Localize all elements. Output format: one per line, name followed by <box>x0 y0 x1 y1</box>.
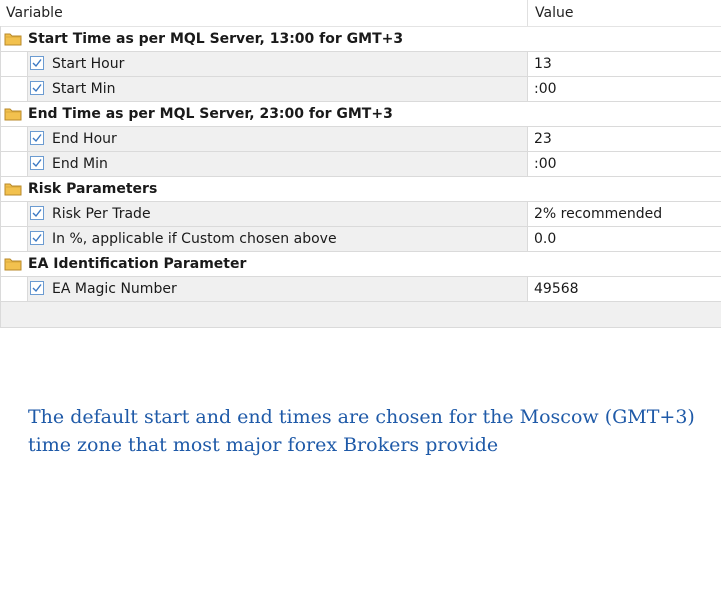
parameter-row[interactable]: In %, applicable if Custom chosen above 0… <box>0 227 721 252</box>
parameter-value-cell[interactable]: 23 <box>527 127 721 151</box>
group-row[interactable]: Start Time as per MQL Server, 13:00 for … <box>0 27 721 52</box>
inputs-panel: Variable Value Start Time as per MQL Ser… <box>0 0 721 609</box>
checkbox-checked-icon[interactable] <box>30 56 44 70</box>
parameter-row[interactable]: Risk Per Trade 2% recommended <box>0 202 721 227</box>
group-label: EA Identification Parameter <box>28 256 247 272</box>
parameter-row[interactable]: Start Hour 13 <box>0 52 721 77</box>
group-row[interactable]: EA Identification Parameter <box>0 252 721 277</box>
table-header: Variable Value <box>0 0 721 27</box>
parameters-table: Variable Value Start Time as per MQL Ser… <box>0 0 721 328</box>
note-line-2: time zone that most major forex Brokers … <box>28 434 499 456</box>
folder-icon <box>4 32 22 46</box>
table-left-border <box>0 26 1 327</box>
table-body: Start Time as per MQL Server, 13:00 for … <box>0 27 721 302</box>
checkbox-checked-icon[interactable] <box>30 81 44 95</box>
folder-icon <box>4 107 22 121</box>
parameter-name-cell: In %, applicable if Custom chosen above <box>27 227 527 251</box>
parameter-name-cell: Start Hour <box>27 52 527 76</box>
parameter-label: Start Hour <box>52 56 125 72</box>
parameter-name-cell: Start Min <box>27 77 527 101</box>
parameter-value-cell[interactable]: 13 <box>527 52 721 76</box>
column-divider[interactable] <box>527 0 528 26</box>
parameter-value-cell[interactable]: :00 <box>527 77 721 101</box>
parameter-row[interactable]: End Hour 23 <box>0 127 721 152</box>
group-row[interactable]: End Time as per MQL Server, 23:00 for GM… <box>0 102 721 127</box>
empty-row <box>0 302 721 328</box>
parameter-value[interactable]: :00 <box>534 156 557 172</box>
parameter-value-cell[interactable]: :00 <box>527 152 721 176</box>
parameter-label: End Hour <box>52 131 117 147</box>
group-row[interactable]: Risk Parameters <box>0 177 721 202</box>
group-label: Risk Parameters <box>28 181 158 197</box>
checkbox-checked-icon[interactable] <box>30 206 44 220</box>
parameter-label: Risk Per Trade <box>52 206 151 222</box>
variable-column-header[interactable]: Variable <box>6 5 63 21</box>
parameter-value-cell[interactable]: 2% recommended <box>527 202 721 226</box>
note-line-1: The default start and end times are chos… <box>28 406 695 428</box>
parameter-label: End Min <box>52 156 108 172</box>
checkbox-checked-icon[interactable] <box>30 156 44 170</box>
checkbox-checked-icon[interactable] <box>30 231 44 245</box>
parameter-value-cell[interactable]: 49568 <box>527 277 721 301</box>
parameter-value[interactable]: 2% recommended <box>534 206 662 222</box>
parameter-row[interactable]: Start Min :00 <box>0 77 721 102</box>
checkbox-checked-icon[interactable] <box>30 131 44 145</box>
group-label: End Time as per MQL Server, 23:00 for GM… <box>28 106 393 122</box>
parameter-label: In %, applicable if Custom chosen above <box>52 231 337 247</box>
parameter-value[interactable]: 0.0 <box>534 231 556 247</box>
parameter-label: Start Min <box>52 81 116 97</box>
value-column-header[interactable]: Value <box>535 5 573 21</box>
parameter-name-cell: Risk Per Trade <box>27 202 527 226</box>
explanatory-note: The default start and end times are chos… <box>28 403 708 459</box>
parameter-label: EA Magic Number <box>52 281 177 297</box>
parameter-value-cell[interactable]: 0.0 <box>527 227 721 251</box>
parameter-value[interactable]: 23 <box>534 131 552 147</box>
group-label: Start Time as per MQL Server, 13:00 for … <box>28 31 404 47</box>
parameter-value[interactable]: :00 <box>534 81 557 97</box>
parameter-row[interactable]: End Min :00 <box>0 152 721 177</box>
folder-icon <box>4 182 22 196</box>
parameter-name-cell: EA Magic Number <box>27 277 527 301</box>
parameter-row[interactable]: EA Magic Number 49568 <box>0 277 721 302</box>
folder-icon <box>4 257 22 271</box>
parameter-name-cell: End Min <box>27 152 527 176</box>
parameter-value[interactable]: 13 <box>534 56 552 72</box>
parameter-name-cell: End Hour <box>27 127 527 151</box>
checkbox-checked-icon[interactable] <box>30 281 44 295</box>
parameter-value[interactable]: 49568 <box>534 281 579 297</box>
